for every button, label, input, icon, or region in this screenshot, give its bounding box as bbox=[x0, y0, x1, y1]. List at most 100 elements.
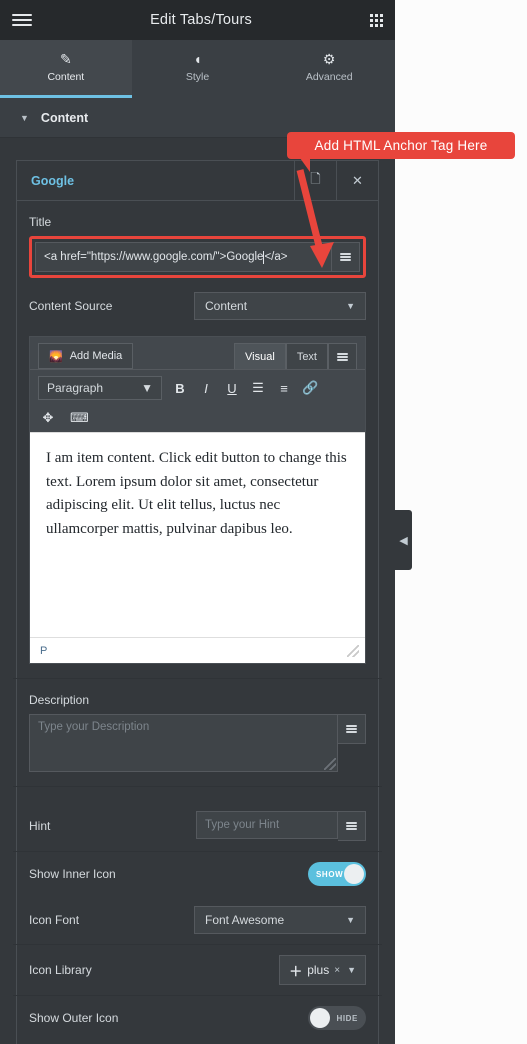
database-stack-icon bbox=[337, 352, 348, 361]
annotation-callout: Add HTML Anchor Tag Here bbox=[287, 132, 515, 159]
bullet-list-icon[interactable]: ☰ bbox=[250, 380, 266, 396]
paragraph-format-value: Paragraph bbox=[47, 381, 104, 395]
title-input-value-tail: </a> bbox=[264, 251, 288, 263]
fullscreen-icon[interactable]: ✥ bbox=[40, 410, 56, 426]
description-textarea[interactable]: Type your Description bbox=[29, 714, 338, 772]
add-media-button[interactable]: 🌄 Add Media bbox=[38, 343, 134, 369]
panel-collapse-handle[interactable]: ◀ bbox=[395, 510, 412, 570]
pencil-icon: ✎ bbox=[59, 51, 72, 67]
chevron-down-icon: ▼ bbox=[346, 915, 355, 925]
element-path: P bbox=[40, 644, 48, 657]
contrast-half-circle-icon: ◖ bbox=[193, 51, 202, 67]
tab-content[interactable]: ✎ Content bbox=[0, 40, 132, 98]
panel-header: Edit Tabs/Tours bbox=[0, 0, 395, 40]
close-icon[interactable]: ✕ bbox=[336, 161, 378, 200]
divider bbox=[13, 786, 382, 787]
description-field-row: Type your Description bbox=[29, 714, 366, 772]
repeater-item-row[interactable]: Google 🗋 ✕ bbox=[17, 161, 378, 201]
repeater-item-fields: Title <a href="https://www.google.com/">… bbox=[13, 201, 382, 1044]
repeater-control: Google 🗋 ✕ Title <a href="https://www.go… bbox=[13, 160, 382, 1044]
keyboard-shortcuts-icon[interactable]: ⌨ bbox=[70, 410, 89, 426]
paragraph-format-select[interactable]: Paragraph ▼ bbox=[38, 376, 162, 400]
wp-editor-topbar: 🌄 Add Media Visual Text bbox=[30, 337, 365, 369]
panel-tabs: ✎ Content ◖ Style ⚙ Advanced bbox=[0, 40, 395, 98]
chevron-down-icon: ▼ bbox=[20, 112, 29, 123]
tab-style[interactable]: ◖ Style bbox=[131, 40, 264, 98]
dynamic-tags-icon[interactable] bbox=[332, 242, 360, 272]
dynamic-tags-icon[interactable] bbox=[338, 714, 366, 744]
description-placeholder: Type your Description bbox=[38, 721, 150, 733]
chevron-left-icon: ◀ bbox=[399, 534, 408, 547]
section-body: Google 🗋 ✕ Title <a href="https://www.go… bbox=[0, 138, 395, 1044]
toggle-knob bbox=[344, 864, 364, 884]
chevron-down-icon: ▼ bbox=[141, 381, 153, 395]
annotation-highlight-box: <a href="https://www.google.com/">Google… bbox=[29, 236, 366, 278]
title-input[interactable]: <a href="https://www.google.com/">Google… bbox=[35, 242, 332, 272]
resize-grip[interactable] bbox=[347, 644, 359, 657]
icon-library-value: plus bbox=[307, 963, 330, 977]
bold-button[interactable]: B bbox=[172, 381, 188, 396]
page-title: Edit Tabs/Tours bbox=[150, 12, 252, 28]
title-label: Title bbox=[29, 215, 52, 229]
remove-icon[interactable]: × bbox=[334, 965, 340, 976]
add-media-label: Add Media bbox=[69, 350, 123, 362]
tab-visual[interactable]: Visual bbox=[234, 343, 286, 369]
repeater-item-label[interactable]: Google bbox=[17, 161, 294, 200]
title-input-row: <a href="https://www.google.com/">Google… bbox=[35, 242, 360, 272]
tab-advanced-label: Advanced bbox=[305, 71, 353, 83]
wp-editor-statusbar: P bbox=[30, 637, 365, 663]
icon-font-label: Icon Font bbox=[29, 913, 80, 927]
database-stack-icon bbox=[340, 253, 351, 261]
show-outer-icon-label: Show Outer Icon bbox=[29, 1011, 119, 1025]
tab-advanced[interactable]: ⚙ Advanced bbox=[263, 40, 395, 98]
toggle-knob bbox=[310, 1008, 330, 1028]
dynamic-tags-icon[interactable] bbox=[328, 343, 357, 369]
icon-library-label: Icon Library bbox=[29, 963, 92, 977]
chevron-down-icon: ▼ bbox=[346, 301, 355, 311]
plus-icon: ＋ bbox=[289, 963, 303, 979]
hint-input[interactable]: Type your Hint bbox=[196, 811, 338, 839]
icon-font-row: Icon Font Font Awesome ▼ bbox=[29, 896, 366, 944]
section-title: Content bbox=[40, 110, 89, 125]
hint-label: Hint bbox=[29, 819, 51, 833]
icon-font-select[interactable]: Font Awesome ▼ bbox=[194, 906, 366, 934]
media-icon: 🌄 bbox=[49, 350, 63, 363]
hint-row: Hint Type your Hint bbox=[29, 801, 366, 851]
database-stack-icon bbox=[346, 822, 357, 830]
show-inner-icon-toggle[interactable]: SHOW bbox=[308, 862, 366, 886]
dynamic-tags-icon[interactable] bbox=[338, 811, 366, 841]
show-inner-icon-label: Show Inner Icon bbox=[29, 867, 116, 881]
tab-content-label: Content bbox=[47, 71, 85, 83]
content-source-label: Content Source bbox=[29, 299, 113, 313]
italic-button[interactable]: I bbox=[198, 381, 214, 396]
screen: ◀ Edit Tabs/Tours ✎ Content ◖ Style ⚙ Ad… bbox=[0, 0, 527, 1044]
wp-editor: 🌄 Add Media Visual Text Paragraph ▼ B I … bbox=[29, 336, 366, 664]
content-source-row: Content Source Content ▼ bbox=[29, 282, 366, 330]
database-stack-icon bbox=[346, 725, 357, 733]
wp-editor-toolbar-row2: ✥ ⌨ bbox=[38, 410, 357, 426]
tab-style-label: Style bbox=[185, 71, 210, 83]
content-source-value: Content bbox=[205, 299, 248, 313]
show-outer-icon-toggle[interactable]: HIDE bbox=[308, 1006, 366, 1030]
show-outer-icon-state: HIDE bbox=[336, 1013, 358, 1023]
resize-grip[interactable] bbox=[324, 758, 336, 770]
description-label: Description bbox=[29, 693, 90, 707]
title-field-wrapper: <a href="https://www.google.com/">Google… bbox=[29, 236, 366, 278]
numbered-list-icon[interactable]: ≡ bbox=[276, 381, 292, 396]
callout-tail bbox=[300, 158, 310, 172]
icon-font-value: Font Awesome bbox=[205, 913, 285, 927]
wp-editor-toolbar: Paragraph ▼ B I U ☰ ≡ 🔗 ✥ ⌨ bbox=[30, 369, 365, 432]
content-source-select[interactable]: Content ▼ bbox=[194, 292, 366, 320]
tab-text[interactable]: Text bbox=[285, 343, 328, 369]
icon-library-button[interactable]: ＋ plus × ▼ bbox=[279, 955, 366, 985]
gear-icon: ⚙ bbox=[322, 51, 336, 67]
chevron-down-icon: ▼ bbox=[347, 965, 356, 975]
hamburger-icon[interactable] bbox=[12, 14, 32, 26]
hint-placeholder: Type your Hint bbox=[205, 819, 280, 831]
grid-apps-icon[interactable] bbox=[370, 13, 383, 27]
divider bbox=[13, 678, 382, 679]
link-icon[interactable]: 🔗 bbox=[302, 380, 318, 396]
wp-editor-body[interactable]: I am item content. Click edit button to … bbox=[30, 432, 365, 637]
underline-button[interactable]: U bbox=[224, 381, 240, 396]
title-input-value: <a href="https://www.google.com/">Google bbox=[44, 251, 264, 263]
